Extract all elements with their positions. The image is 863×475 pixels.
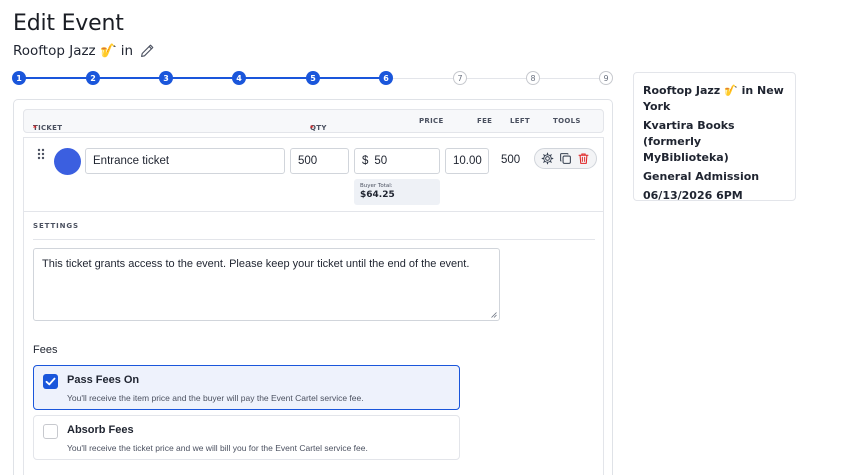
ticket-description-textarea[interactable]: This ticket grants access to the event. … <box>33 248 500 321</box>
step-7[interactable]: 7 <box>453 71 467 85</box>
price-currency: $ <box>362 155 369 167</box>
buyer-total-label: Buyer Total: <box>360 183 393 189</box>
fee-option-title: Pass Fees On <box>67 374 140 386</box>
step-6[interactable]: 6 <box>379 71 393 85</box>
buyer-total-amount: $64.25 <box>360 190 395 200</box>
ticket-settings-panel: SETTINGS This ticket grants access to th… <box>23 211 604 475</box>
step-5[interactable]: 5 <box>306 71 320 85</box>
checkbox-checked-icon[interactable] <box>43 374 58 389</box>
fee-option-absorb[interactable]: Absorb Fees You'll receive the ticket pr… <box>33 415 460 460</box>
ticket-tools <box>534 148 597 169</box>
ticket-description-text: This ticket grants access to the event. … <box>42 258 470 270</box>
settings-divider <box>33 239 595 240</box>
event-summary-card: Rooftop Jazz 🎷 in New York Kvartira Book… <box>633 72 796 202</box>
ticket-row: Entrance ticket 500 $ 50 10.00 500 Buyer… <box>23 137 604 211</box>
header-left: LEFT <box>510 117 530 125</box>
ticket-table-header: TICKET * QTY * PRICE FEE LEFT TOOLS <box>23 109 604 133</box>
ticket-editor-card: TICKET * QTY * PRICE FEE LEFT TOOLS Entran… <box>13 99 613 475</box>
fee-option-subtitle: You'll receive the item price and the bu… <box>67 393 364 403</box>
ticket-price-input[interactable]: $ 50 <box>354 148 440 174</box>
header-price: PRICE <box>419 117 444 125</box>
summary-datetime: 06/13/2026 6PM <box>643 189 743 202</box>
ticket-fee-input[interactable]: 10.00 <box>445 148 489 174</box>
fee-option-pass-on[interactable]: Pass Fees On You'll receive the item pri… <box>33 365 460 410</box>
pencil-icon[interactable] <box>139 43 155 59</box>
checkbox-unchecked-icon[interactable] <box>43 424 58 439</box>
step-1[interactable]: 1 <box>12 71 26 85</box>
ticket-color-swatch[interactable] <box>54 148 81 175</box>
header-fee: FEE <box>477 117 493 125</box>
step-4[interactable]: 4 <box>232 71 246 85</box>
ticket-qty-input[interactable]: 500 <box>290 148 349 174</box>
step-8[interactable]: 8 <box>526 71 540 85</box>
step-2[interactable]: 2 <box>86 71 100 85</box>
buyer-total: Buyer Total: $64.25 <box>354 179 440 205</box>
step-9[interactable]: 9 <box>599 71 613 85</box>
summary-venue: Kvartira Books (formerly MyBiblioteka) <box>643 119 735 164</box>
header-tools: TOOLS <box>553 117 581 125</box>
resize-grip-icon[interactable] <box>491 312 497 318</box>
fee-option-title: Absorb Fees <box>67 424 134 436</box>
ticket-left-count: 500 <box>501 154 521 166</box>
event-name: Rooftop Jazz 🎷 <box>13 43 117 59</box>
trash-icon[interactable] <box>577 152 590 165</box>
price-value: 50 <box>374 155 388 167</box>
event-subtitle: Rooftop Jazz 🎷 in <box>13 43 155 59</box>
step-3[interactable]: 3 <box>159 71 173 85</box>
fees-label: Fees <box>33 344 58 356</box>
stepper-line-pending <box>385 78 607 79</box>
drag-handle-icon[interactable] <box>36 148 46 162</box>
stepper-line-complete <box>19 77 385 79</box>
summary-ticket-type: General Admission <box>643 170 760 183</box>
progress-stepper: 1 2 3 4 5 6 7 8 9 <box>12 71 614 85</box>
summary-event: Rooftop Jazz 🎷 in New York <box>643 84 784 113</box>
ticket-name-input[interactable]: Entrance ticket <box>85 148 285 174</box>
page-title: Edit Event <box>13 11 124 36</box>
fee-option-subtitle: You'll receive the ticket price and we w… <box>67 443 368 453</box>
event-name-suffix: in <box>120 43 134 59</box>
copy-icon[interactable] <box>559 152 572 165</box>
settings-heading: SETTINGS <box>33 222 79 230</box>
gear-icon[interactable] <box>541 152 554 165</box>
